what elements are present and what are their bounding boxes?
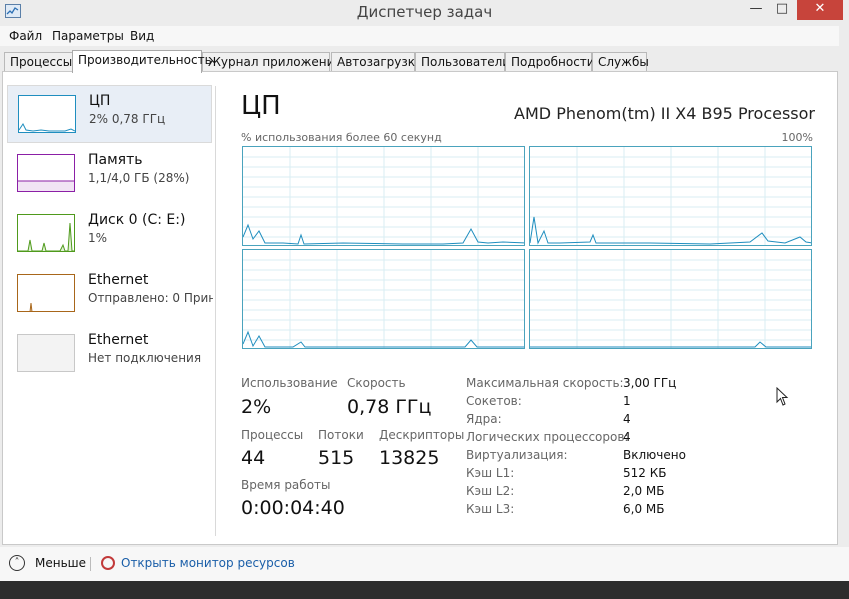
maximize-button[interactable]: □	[770, 0, 794, 20]
sidebar-item-label: Память	[88, 152, 143, 168]
cpu-core-graph-3	[242, 249, 525, 349]
spec-key: Ядра:	[466, 412, 502, 426]
speed-value: 0,78 ГГц	[347, 396, 432, 418]
speed-label: Скорость	[347, 376, 406, 390]
task-manager-window: Диспетчер задач — □ ✕ Файл Параметры Вид…	[0, 0, 849, 599]
handles-value: 13825	[379, 447, 440, 469]
spec-key: Логических процессоров:	[466, 430, 629, 444]
fewer-details-label: Меньше	[35, 556, 87, 570]
sidebar-item-label: ЦП	[89, 93, 111, 109]
sidebar-item-value: Отправлено: 0 Принят	[88, 291, 213, 305]
processes-value: 44	[241, 447, 266, 469]
cpu-model-name: AMD Phenom(tm) II X4 B95 Processor	[514, 104, 815, 123]
sidebar-item-memory[interactable]: Память 1,1/4,0 ГБ (28%)	[7, 145, 212, 203]
spec-value: 6,0 МБ	[623, 502, 665, 516]
uptime-label: Время работы	[241, 478, 331, 492]
sidebar-item-label: Диск 0 (C: E:)	[88, 212, 186, 228]
disk-thumbnail-graph	[17, 214, 75, 252]
window-title: Диспетчер задач	[356, 3, 493, 21]
threads-value: 515	[318, 447, 355, 469]
spec-key: Кэш L1:	[466, 466, 515, 480]
tab-app-history[interactable]: Журнал приложений	[202, 52, 342, 72]
mouse-cursor-icon	[776, 386, 790, 410]
threads-label: Потоки	[318, 428, 364, 442]
menu-options[interactable]: Параметры	[52, 29, 124, 43]
tab-performance[interactable]: Производительность	[72, 50, 212, 73]
page-title: ЦП	[241, 91, 281, 121]
menu-view[interactable]: Вид	[130, 29, 154, 43]
uptime-value: 0:00:04:40	[241, 497, 345, 519]
spec-key: Максимальная скорость:	[466, 376, 624, 390]
minimize-button[interactable]: —	[744, 0, 768, 20]
sidebar-item-value: Нет подключения	[88, 351, 202, 365]
bottom-separator	[90, 557, 91, 571]
sidebar-item-disk[interactable]: Диск 0 (C: E:) 1%	[7, 205, 212, 263]
tab-startup[interactable]: Автозагрузка	[331, 52, 422, 72]
spec-value: 512 КБ	[623, 466, 667, 480]
resource-monitor-icon[interactable]	[101, 556, 115, 570]
spec-key: Кэш L3:	[466, 502, 515, 516]
usage-label: Использование	[241, 376, 338, 390]
window-bottom-edge	[0, 581, 849, 599]
menu-bar: Файл Параметры Вид	[0, 26, 849, 46]
menu-file[interactable]: Файл	[9, 29, 42, 43]
title-bar[interactable]: Диспетчер задач — □ ✕	[0, 0, 849, 24]
spec-value: 2,0 МБ	[623, 484, 665, 498]
sidebar-item-ethernet-1[interactable]: Ethernet Отправлено: 0 Принят	[7, 265, 213, 323]
sidebar-item-label: Ethernet	[88, 272, 149, 288]
open-resource-monitor-link[interactable]: Открыть монитор ресурсов	[121, 556, 295, 570]
sidebar-item-cpu[interactable]: ЦП 2% 0,78 ГГц	[7, 85, 212, 143]
spec-key: Виртуализация:	[466, 448, 568, 462]
performance-panel: ЦП 2% 0,78 ГГц Память 1,1/4,0 ГБ (28%) Д…	[2, 71, 838, 545]
window-right-edge	[839, 24, 849, 581]
close-button[interactable]: ✕	[797, 0, 843, 20]
resource-sidebar: ЦП 2% 0,78 ГГц Память 1,1/4,0 ГБ (28%) Д…	[3, 72, 213, 544]
spec-value: 1	[623, 394, 631, 408]
panel-divider	[215, 86, 216, 536]
cpu-core-graph-2	[529, 146, 812, 246]
memory-thumbnail-graph	[17, 154, 75, 192]
cpu-core-graph-4	[529, 249, 812, 349]
tab-services[interactable]: Службы	[592, 52, 649, 72]
handles-label: Дескрипторы	[379, 428, 465, 442]
tab-processes[interactable]: Процессы	[4, 52, 73, 72]
spec-value: 4	[623, 430, 631, 444]
processes-label: Процессы	[241, 428, 304, 442]
spec-value: Включено	[623, 448, 686, 462]
tab-strip: Процессы Производительность Журнал прило…	[0, 50, 849, 73]
tab-details[interactable]: Подробности	[505, 52, 595, 72]
cpu-thumbnail-graph	[18, 95, 76, 133]
bottom-bar: ˄ Меньше Открыть монитор ресурсов	[0, 547, 849, 581]
ethernet-thumbnail-graph	[17, 274, 75, 312]
tab-users[interactable]: Пользователи	[415, 52, 510, 72]
sidebar-item-value: 1%	[88, 231, 108, 245]
sidebar-item-value: 2% 0,78 ГГц	[89, 112, 166, 126]
ethernet-thumbnail-graph	[17, 334, 75, 372]
graph-caption: % использования более 60 секунд	[241, 131, 442, 144]
sidebar-item-value: 1,1/4,0 ГБ (28%)	[88, 171, 190, 185]
usage-value: 2%	[241, 396, 272, 418]
graph-max-label: 100%	[781, 131, 813, 144]
sidebar-item-label: Ethernet	[88, 332, 149, 348]
sidebar-item-ethernet-2[interactable]: Ethernet Нет подключения	[7, 325, 212, 383]
chevron-up-icon: ˄	[9, 555, 25, 571]
spec-key: Кэш L2:	[466, 484, 515, 498]
spec-value: 3,00 ГГц	[623, 376, 677, 390]
spec-key: Сокетов:	[466, 394, 522, 408]
cpu-core-graph-1	[242, 146, 525, 246]
spec-value: 4	[623, 412, 631, 426]
